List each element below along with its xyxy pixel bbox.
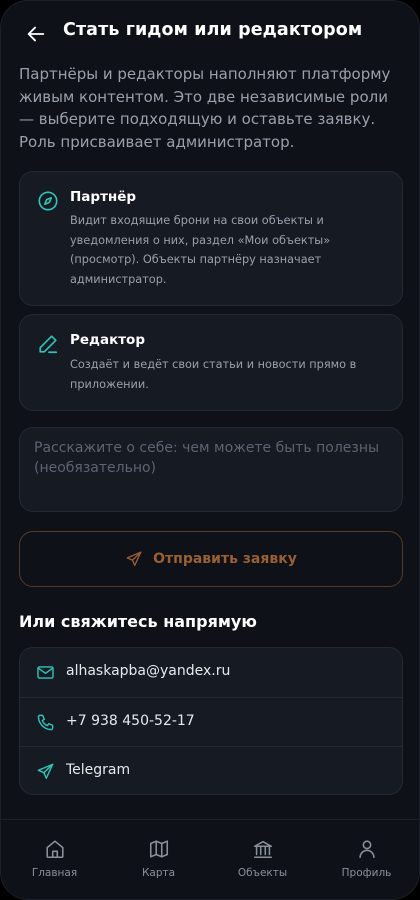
mail-icon	[37, 666, 54, 679]
role-description: Видит входящие брони на свои объекты и у…	[70, 214, 331, 286]
submit-label: Отправить заявку	[153, 551, 297, 567]
role-card-partner[interactable]: Партнёр Видит входящие брони на свои объ…	[19, 171, 403, 306]
contact-label: Telegram	[66, 762, 131, 778]
send-icon	[126, 551, 142, 567]
intro-text: Партнёры и редакторы наполняют платформу…	[19, 65, 391, 151]
pen-icon	[39, 335, 58, 354]
contact-label: +7 938 450-52-17	[66, 713, 195, 729]
user-icon	[358, 840, 375, 859]
compass-icon	[38, 191, 58, 211]
contacts-list: alhaskapba@yandex.ru +7 938 450-52-17 Te…	[19, 647, 403, 795]
tab-label: Объекты	[237, 867, 288, 879]
contacts-title: Или свяжитесь напрямую	[19, 612, 257, 631]
home-icon	[45, 840, 64, 859]
header: Стать гидом или редактором	[1, 11, 419, 55]
tab-label: Главная	[31, 867, 78, 879]
send-icon	[37, 763, 54, 779]
contact-label: alhaskapba@yandex.ru	[66, 663, 231, 679]
map-icon	[149, 840, 168, 858]
role-card-editor[interactable]: Редактор Создаёт и ведёт свои статьи и н…	[19, 314, 403, 411]
app-screen: Стать гидом или редактором Партнёры и ре…	[0, 0, 420, 900]
contact-phone[interactable]: +7 938 450-52-17	[20, 697, 402, 746]
contact-email[interactable]: alhaskapba@yandex.ru	[20, 648, 402, 697]
contact-telegram[interactable]: Telegram	[20, 746, 402, 794]
tab-label: Профиль	[341, 867, 392, 879]
phone-icon	[37, 714, 54, 731]
submit-application-button[interactable]: Отправить заявку	[19, 531, 403, 587]
page-title: Стать гидом или редактором	[63, 20, 363, 40]
role-title: Партнёр	[70, 189, 137, 205]
role-description: Создаёт и ведёт свои статьи и новости пр…	[70, 358, 357, 391]
about-input[interactable]	[34, 438, 390, 502]
tab-profile[interactable]: Профиль	[314, 820, 419, 890]
tab-map[interactable]: Карта	[106, 820, 211, 890]
tab-home[interactable]: Главная	[2, 820, 107, 890]
tab-label: Карта	[141, 867, 176, 879]
role-title: Редактор	[70, 332, 145, 348]
about-field	[19, 427, 403, 512]
tab-objects[interactable]: Объекты	[210, 820, 315, 890]
landmark-icon	[253, 840, 272, 859]
bottom-tab-bar: Главная Карта Объекты Профиль	[1, 819, 419, 899]
arrow-left-icon[interactable]	[25, 23, 47, 45]
